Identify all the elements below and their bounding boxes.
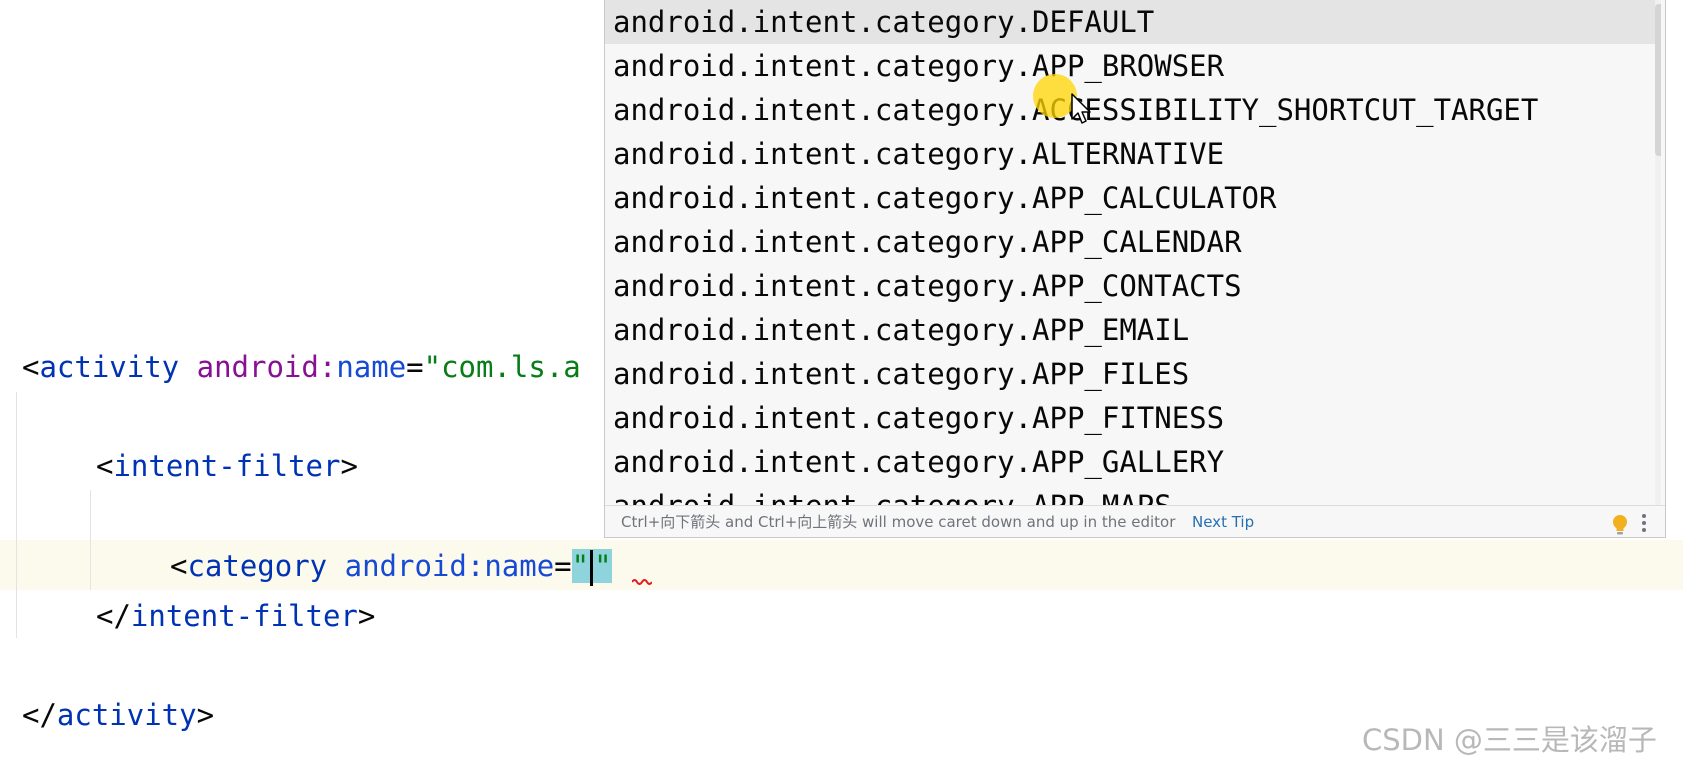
completion-scrollbar[interactable] [1655,0,1661,505]
attr-name: name [336,350,407,384]
code-line-activity-open[interactable]: <activity android:name="com.ls.a [22,343,581,391]
attr-equals: = [406,350,424,384]
completion-item[interactable]: android.intent.category.APP_GALLERY [605,440,1661,484]
attr-value: "com.ls.a [423,350,581,384]
attr-name: name [484,549,555,583]
attr-equals: = [554,549,572,583]
mouse-pointer-icon [1071,93,1091,124]
completion-item[interactable]: android.intent.category.APP_BROWSER [605,44,1661,88]
code-editor[interactable]: <activity android:name="com.ls.a <intent… [0,0,1683,768]
watermark-text: CSDN @三三是该溜子 [1362,723,1657,757]
code-completion-popup[interactable]: android.intent.category.DEFAULT android.… [604,0,1666,538]
attr-namespace: android: [196,350,337,384]
completion-item[interactable]: android.intent.category.APP_CALENDAR [605,220,1661,264]
quote-open: " [571,549,590,583]
tag-name: category [187,549,328,583]
completion-list[interactable]: android.intent.category.DEFAULT android.… [605,0,1661,505]
text-caret [590,550,594,586]
code-line-intent-filter-open[interactable]: <intent-filter> [96,442,358,490]
tag-bracket: > [340,449,358,483]
completion-footer: Ctrl+向下箭头 and Ctrl+向上箭头 will move caret … [605,505,1665,537]
completion-item[interactable]: android.intent.category.ACCESSIBILITY_SH… [605,88,1661,132]
error-squiggle [632,579,652,585]
completion-item[interactable]: android.intent.category.ALTERNATIVE [605,132,1661,176]
scrollbar-thumb[interactable] [1655,4,1661,156]
tag-bracket: > [196,698,215,732]
completion-item[interactable]: android.intent.category.DEFAULT [605,0,1661,44]
completion-item[interactable]: android.intent.category.APP_EMAIL [605,308,1661,352]
attr-namespace: android: [344,549,485,583]
completion-item[interactable]: android.intent.category.APP_FILES [605,352,1661,396]
tag-bracket: </ [22,698,57,732]
more-vertical-icon[interactable] [1639,512,1649,534]
tag-name: activity [56,698,197,732]
tag-bracket: > [357,599,376,633]
lightbulb-icon[interactable] [1611,514,1629,536]
quote-close: " [594,549,612,583]
completion-item[interactable]: android.intent.category.APP_MAPS [605,484,1661,505]
attr-value-empty[interactable]: " " [571,549,612,586]
indent-guide [90,490,91,590]
tag-bracket: < [170,549,188,583]
completion-item[interactable]: android.intent.category.APP_CONTACTS [605,264,1661,308]
indent-guide [16,392,17,638]
tag-bracket: < [22,350,40,384]
tag-name: intent-filter [113,449,341,483]
completion-item[interactable]: android.intent.category.APP_FITNESS [605,396,1661,440]
code-line-category[interactable]: <category android:name=" " [170,542,612,590]
footer-hint-text: Ctrl+向下箭头 and Ctrl+向上箭头 will move caret … [621,513,1176,531]
next-tip-link[interactable]: Next Tip [1192,506,1254,537]
tag-bracket: </ [96,599,131,633]
completion-item[interactable]: android.intent.category.APP_CALCULATOR [605,176,1661,220]
code-line-activity-close[interactable]: </activity> [22,691,214,739]
tag-name: intent-filter [130,599,358,633]
tag-bracket: < [96,449,114,483]
code-line-intent-filter-close[interactable]: </intent-filter> [96,592,375,640]
tag-name: activity [39,350,180,384]
